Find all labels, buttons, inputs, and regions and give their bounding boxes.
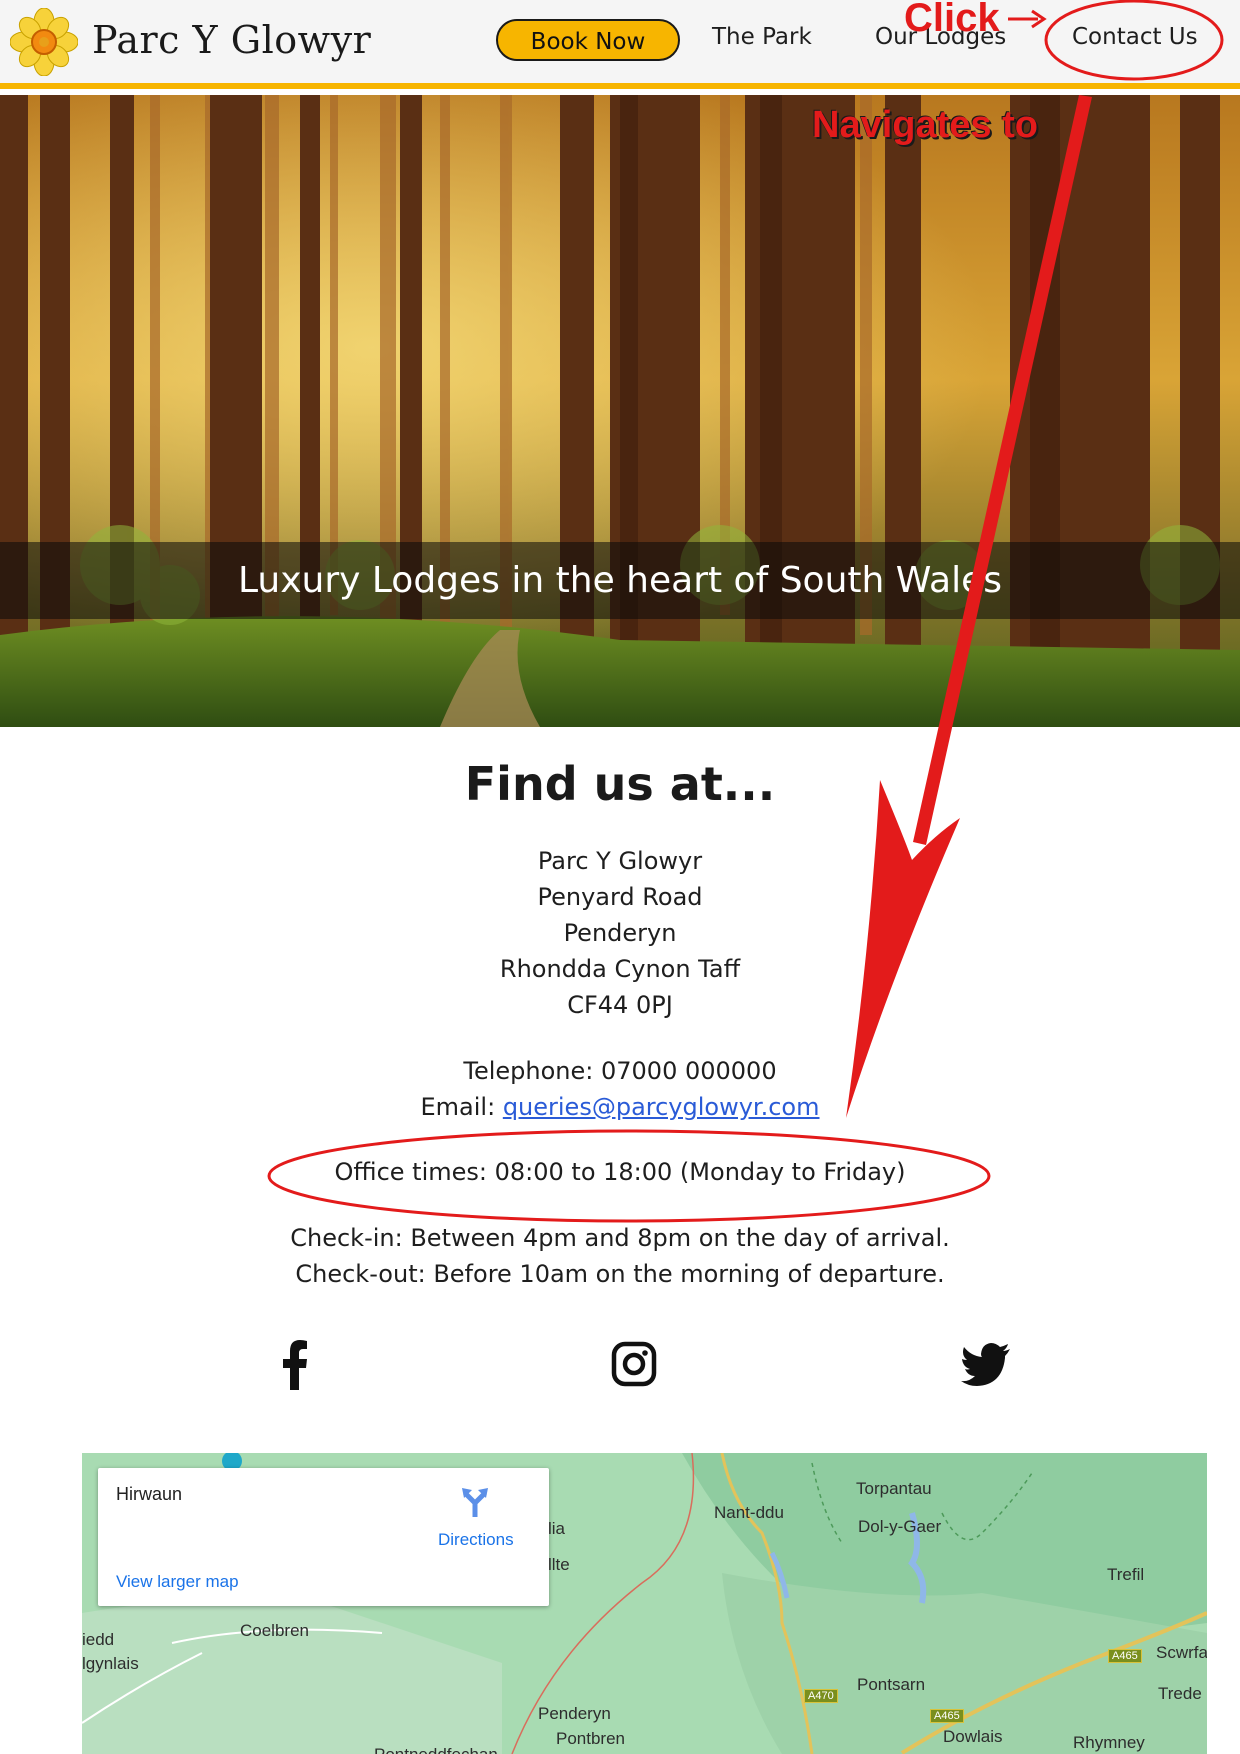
address-line: Rhondda Cynon Taff	[499, 955, 741, 983]
map-label: Penderyn	[538, 1704, 611, 1723]
find-us-heading: Find us at...	[464, 757, 776, 811]
office-times-text: Office times: 08:00 to 18:00 (Monday to …	[334, 1158, 906, 1186]
hero-caption: Luxury Lodges in the heart of South Wale…	[237, 560, 1003, 601]
book-now-button[interactable]: Book Now	[496, 19, 680, 61]
map-label: Dol-y-Gaer	[858, 1517, 942, 1536]
forest-hero-image	[0, 95, 1240, 727]
email-row: Email: queries@parcyglowyr.com	[0, 1093, 1240, 1121]
brand-name[interactable]: Parc Y Glowyr	[92, 18, 371, 62]
map-label: Rhymney	[1073, 1733, 1145, 1752]
map-label: Pontneddfechan	[374, 1745, 498, 1754]
nav-the-park[interactable]: The Park	[712, 24, 812, 50]
address-line: CF44 0PJ	[567, 991, 673, 1019]
road-shield: A470	[804, 1689, 838, 1703]
address-line: Penyard Road	[537, 883, 703, 911]
email-link[interactable]: queries@parcyglowyr.com	[503, 1093, 820, 1121]
address-line: Penderyn	[563, 919, 677, 947]
map-label: Trede	[1158, 1684, 1202, 1703]
map-label: Scwrfa	[1156, 1643, 1207, 1662]
map-label: lia	[548, 1519, 566, 1538]
address-line: Parc Y Glowyr	[537, 847, 703, 875]
map-label: Pontsarn	[857, 1675, 926, 1694]
directions-icon[interactable]	[460, 1486, 490, 1518]
click-annotation-text: Click	[904, 0, 1000, 40]
telephone-text: Telephone: 07000 000000	[463, 1057, 777, 1085]
hero-banner: Luxury Lodges in the heart of South Wale…	[0, 95, 1240, 727]
map-label: Trefil	[1107, 1565, 1145, 1584]
road-shield: A465	[1108, 1649, 1142, 1663]
embedded-map[interactable]: Hirwaun Directions View larger map Torpa…	[82, 1453, 1207, 1754]
map-label: Nant-ddu	[714, 1503, 784, 1522]
daffodil-logo-icon[interactable]	[10, 8, 78, 76]
checkout-text: Check-out: Before 10am on the morning of…	[295, 1260, 945, 1288]
navigates-annotation-text: Navigates to	[812, 104, 1038, 146]
facebook-icon[interactable]	[270, 1338, 318, 1390]
map-place-name: Hirwaun	[116, 1484, 183, 1504]
directions-link[interactable]: Directions	[438, 1530, 514, 1550]
map-label: Coelbren	[240, 1621, 309, 1640]
instagram-icon[interactable]	[610, 1338, 658, 1390]
top-navbar: Parc Y Glowyr Book Now The Park Our Lodg…	[0, 0, 1240, 89]
checkin-text: Check-in: Between 4pm and 8pm on the day…	[290, 1224, 950, 1252]
map-label: Pontbren	[556, 1729, 625, 1748]
map-label: iedd	[82, 1630, 115, 1649]
map-label: lgynlais	[82, 1654, 139, 1673]
map-label: Dowlais	[943, 1727, 1003, 1746]
map-label: llte	[548, 1555, 570, 1574]
email-label: Email:	[420, 1093, 503, 1121]
nav-contact-us[interactable]: Contact Us	[1072, 24, 1198, 50]
map-label: Torpantau	[856, 1479, 932, 1498]
view-larger-map-link[interactable]: View larger map	[116, 1572, 239, 1592]
map-info-card: Hirwaun Directions View larger map	[98, 1468, 549, 1606]
twitter-icon[interactable]	[960, 1338, 1012, 1390]
road-shield: A465	[930, 1709, 964, 1723]
